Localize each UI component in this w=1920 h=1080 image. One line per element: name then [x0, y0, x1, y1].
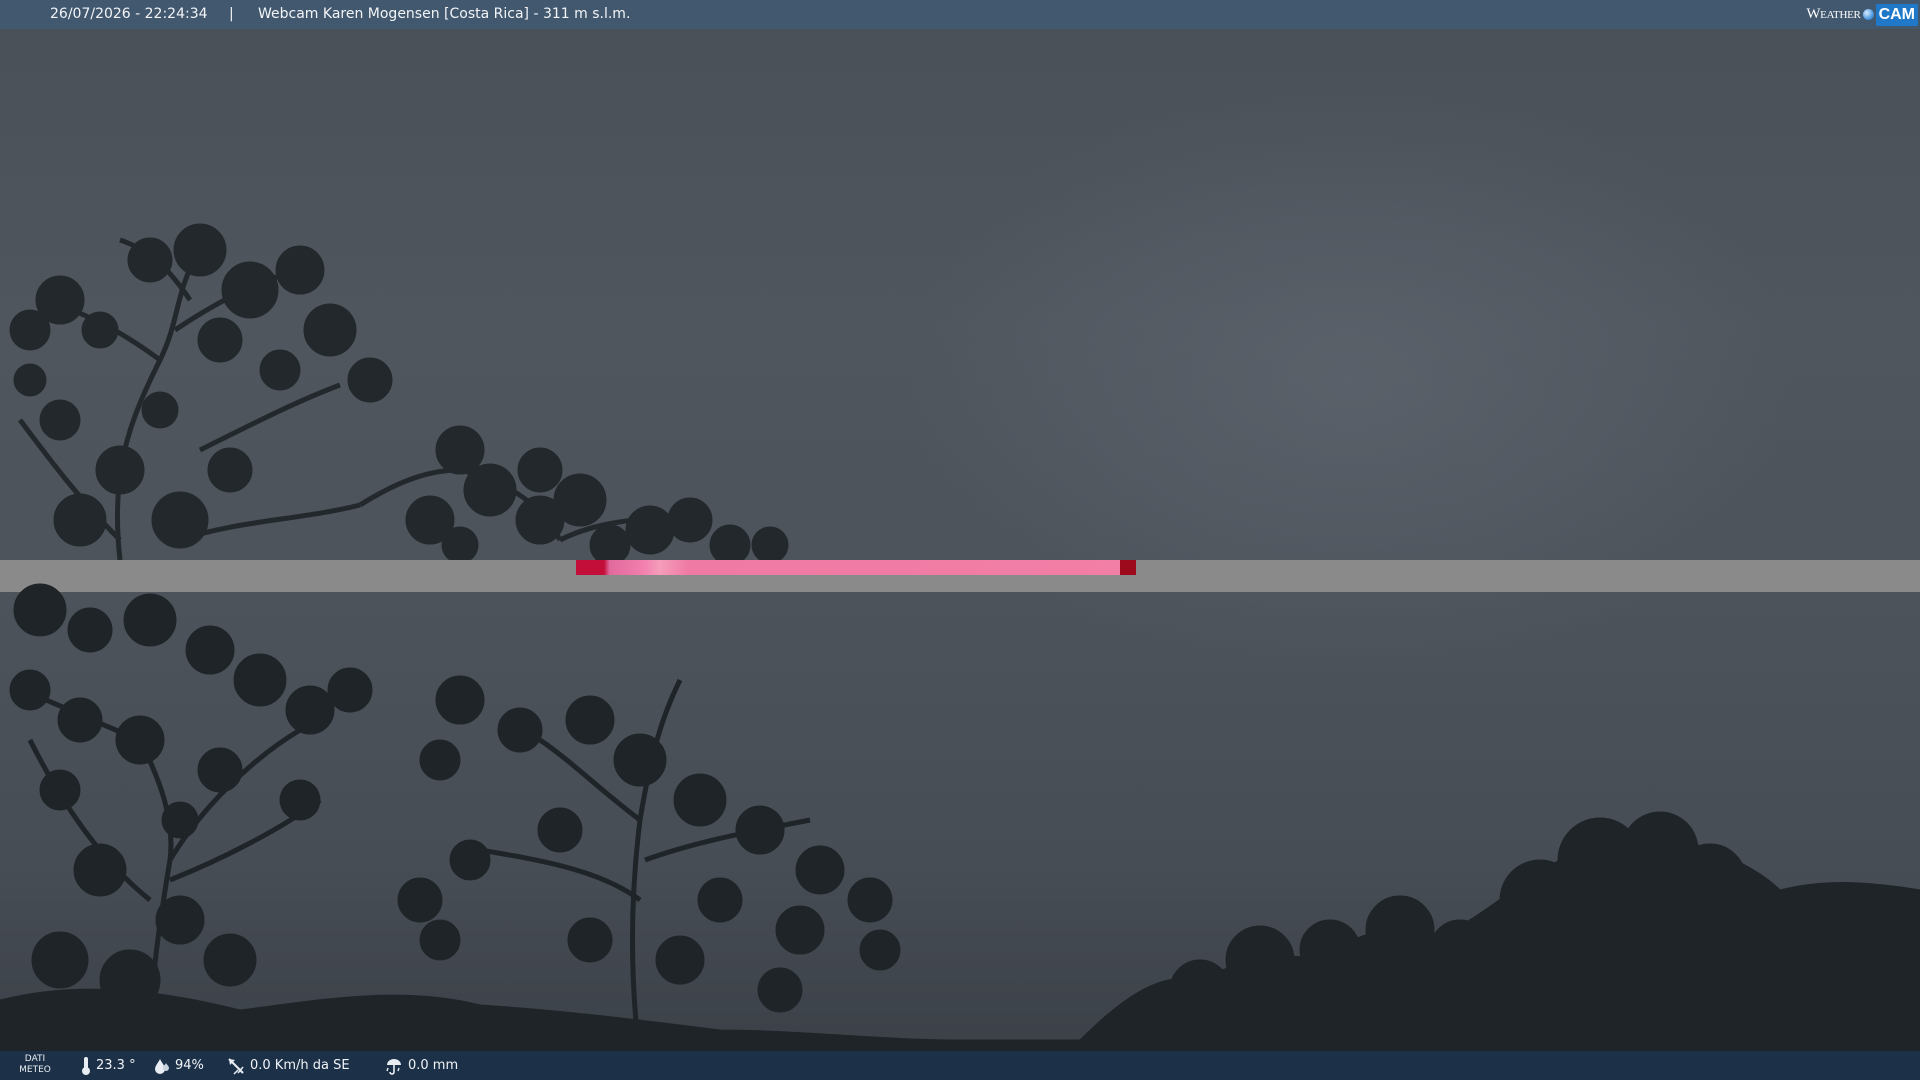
brand-cam-text: CAM — [1875, 3, 1918, 26]
rain-gauge-icon — [386, 1058, 401, 1075]
dati-label: DATI — [24, 1054, 46, 1064]
humidity-value: 94% — [175, 1058, 204, 1073]
brand-globe-icon — [1862, 9, 1874, 20]
dati-meteo-label: DATI METEO — [14, 1054, 56, 1076]
weathercam-logo-icon: Weather CAM — [1806, 0, 1918, 29]
capture-timestamp: 26/07/2026 - 22:24:34 — [50, 6, 208, 22]
rain-readout: 0.0 mm — [384, 1051, 458, 1080]
temperature-readout: 23.3 ° — [80, 1051, 136, 1080]
wind-readout: 0.0 Km/h da SE — [226, 1051, 350, 1080]
temperature-value: 23.3 ° — [96, 1058, 136, 1073]
webcam-title: Webcam Karen Mogensen [Costa Rica] - 311… — [258, 6, 631, 22]
water-drop-icon — [155, 1058, 169, 1074]
top-info-bar: 26/07/2026 - 22:24:34 | Webcam Karen Mog… — [0, 0, 1920, 29]
wind-vane-icon — [228, 1057, 244, 1075]
rain-value: 0.0 mm — [408, 1058, 459, 1073]
meteo-label: METEO — [19, 1065, 51, 1075]
brand-weather-text: Weather — [1806, 6, 1861, 22]
webcam-frame: 26/07/2026 - 22:24:34 | Webcam Karen Mog… — [0, 0, 1920, 1080]
humidity-readout: 94% — [153, 1051, 204, 1080]
weather-data-bar: DATI METEO 23.3 ° 94% 0.0 Km/h da SE 0.0… — [0, 1051, 1920, 1080]
trees-silhouette-bottom — [0, 583, 1920, 1080]
separator: | — [229, 6, 234, 22]
wind-value: 0.0 Km/h da SE — [250, 1058, 350, 1073]
thermometer-icon — [82, 1056, 90, 1075]
